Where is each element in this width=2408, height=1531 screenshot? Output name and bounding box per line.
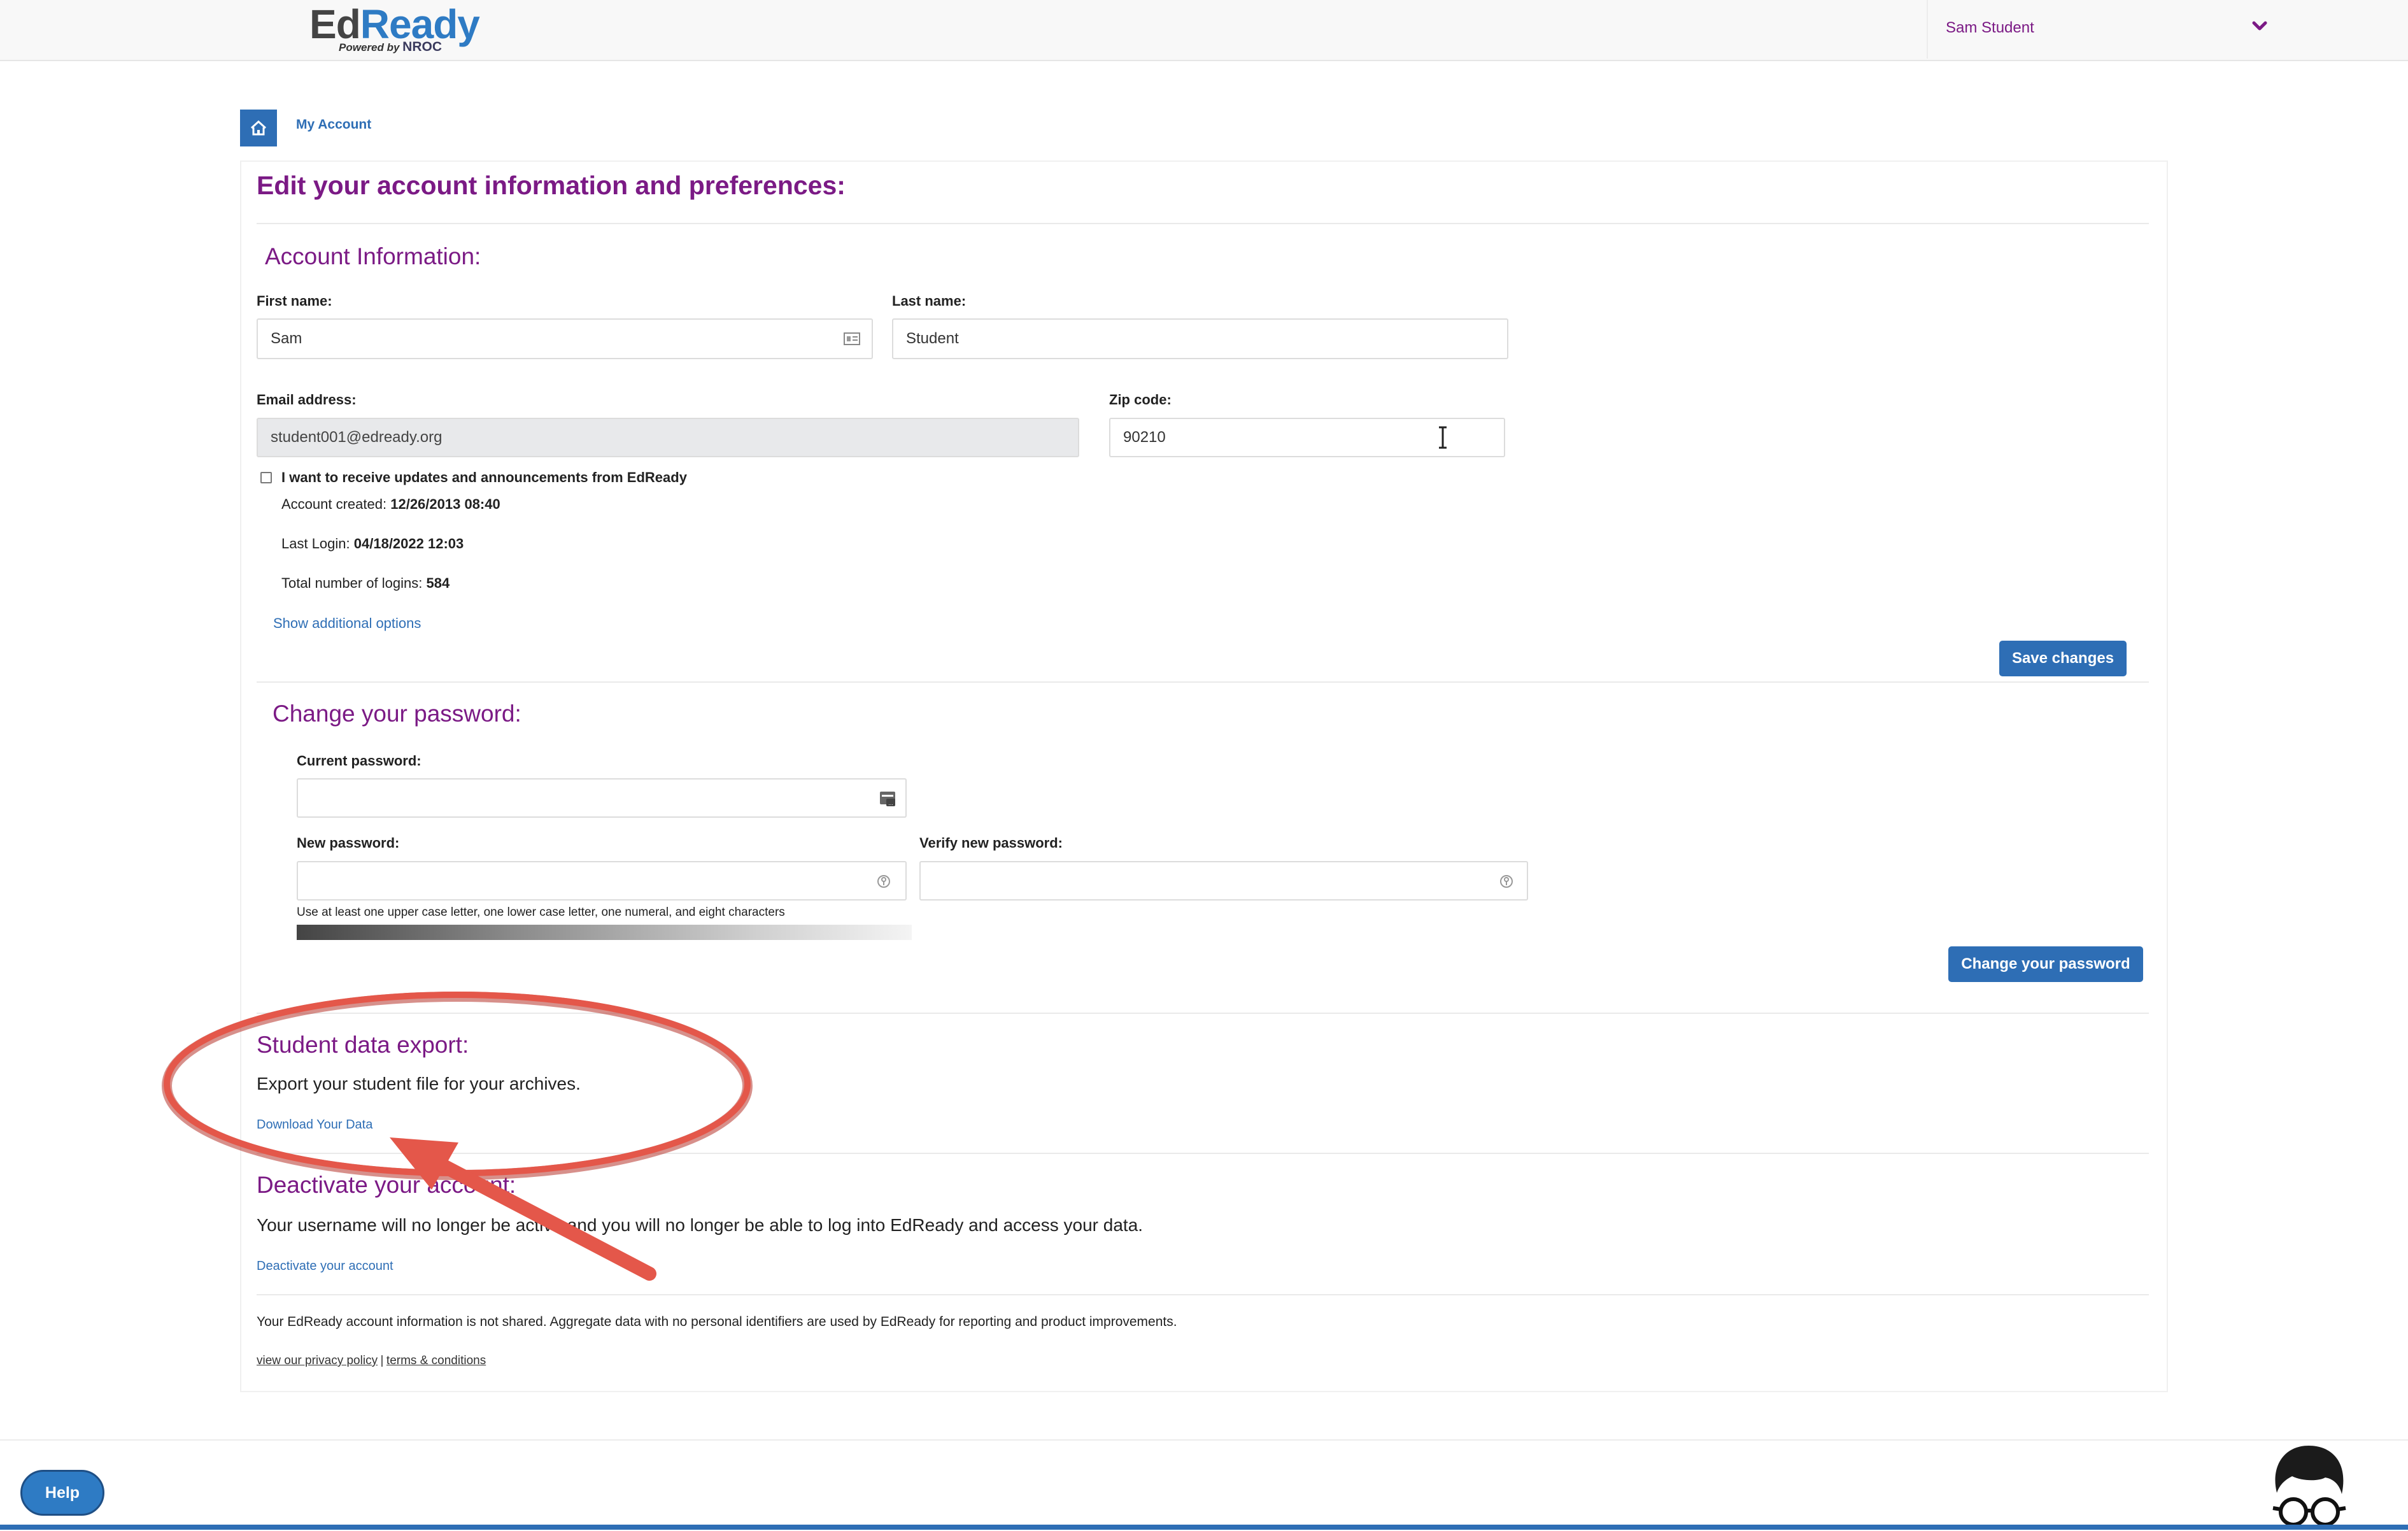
last-name-field[interactable] — [892, 318, 1508, 359]
verify-password-field[interactable] — [919, 861, 1528, 901]
last-login: Last Login: 04/18/2022 12:03 — [281, 536, 464, 552]
new-password-label: New password: — [297, 835, 400, 851]
bottom-accent-line — [0, 1525, 2408, 1530]
user-name[interactable]: Sam Student — [1946, 19, 2034, 37]
privacy-policy-link[interactable]: view our privacy policy — [257, 1354, 378, 1367]
key-icon[interactable] — [876, 874, 891, 889]
current-password-label: Current password: — [297, 753, 421, 769]
text-cursor-icon — [1439, 426, 1447, 449]
verify-password-label: Verify new password: — [919, 835, 1063, 851]
page-title: Edit your account information and prefer… — [257, 171, 846, 200]
svg-text:...: ... — [888, 800, 893, 806]
change-password-heading: Change your password: — [273, 701, 521, 727]
divider — [257, 223, 2149, 224]
change-password-button[interactable]: Change your password — [1948, 946, 2143, 982]
footer-bar — [0, 1439, 2408, 1531]
powered-by-nroc: Powered by NROC — [339, 39, 442, 54]
show-additional-options-link[interactable]: Show additional options — [273, 615, 421, 632]
mascot-avatar-icon[interactable] — [2264, 1442, 2353, 1530]
save-changes-button[interactable]: Save changes — [1999, 641, 2127, 676]
export-description: Export your student file for your archiv… — [257, 1074, 581, 1093]
key-icon[interactable] — [1499, 874, 1514, 889]
deactivate-description: Your username will no longer be active a… — [257, 1215, 1144, 1235]
total-logins: Total number of logins: 584 — [281, 575, 450, 591]
link-separator: | — [380, 1354, 384, 1367]
zip-code-label: Zip code: — [1109, 392, 1172, 408]
chevron-down-icon[interactable] — [2251, 18, 2268, 34]
current-password-field[interactable] — [297, 778, 907, 818]
password-hint: Use at least one upper case letter, one … — [297, 906, 785, 919]
updates-checkbox[interactable] — [260, 472, 272, 483]
divider — [257, 1013, 2149, 1014]
contact-card-icon[interactable] — [843, 330, 861, 348]
new-password-field[interactable] — [297, 861, 907, 901]
home-icon — [250, 120, 267, 136]
password-strength-meter — [297, 925, 912, 940]
password-manager-icon[interactable]: ... — [879, 790, 896, 808]
divider — [257, 1153, 2149, 1154]
legal-links: view our privacy policy | terms & condit… — [257, 1354, 486, 1368]
first-name-field[interactable] — [257, 318, 873, 359]
last-name-label: Last name: — [892, 293, 967, 309]
student-data-export-heading: Student data export: — [257, 1032, 469, 1058]
deactivate-account-heading: Deactivate your account: — [257, 1172, 516, 1198]
download-your-data-link[interactable]: Download Your Data — [257, 1118, 372, 1132]
updates-checkbox-label[interactable]: I want to receive updates and announceme… — [281, 469, 687, 486]
breadcrumb-my-account[interactable]: My Account — [296, 117, 371, 132]
home-button[interactable] — [240, 110, 277, 146]
email-field — [257, 418, 1079, 457]
privacy-notice: Your EdReady account information is not … — [257, 1314, 1177, 1329]
terms-conditions-link[interactable]: terms & conditions — [386, 1354, 486, 1367]
divider — [257, 1294, 2149, 1295]
deactivate-account-link[interactable]: Deactivate your account — [257, 1259, 393, 1274]
account-info-heading: Account Information: — [265, 243, 481, 269]
divider — [257, 681, 2149, 683]
first-name-label: First name: — [257, 293, 332, 309]
account-created: Account created: 12/26/2013 08:40 — [281, 496, 500, 512]
email-label: Email address: — [257, 392, 357, 408]
help-button[interactable]: Help — [20, 1470, 104, 1516]
